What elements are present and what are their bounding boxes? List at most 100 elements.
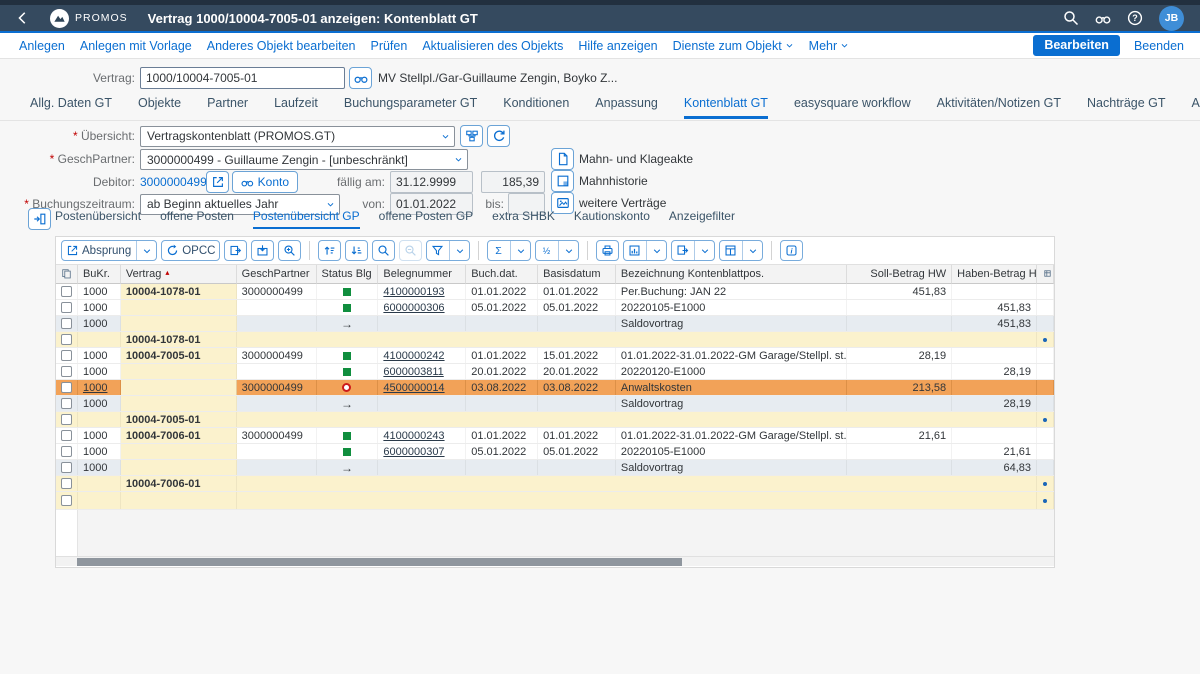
subtab-posten-bersicht-gp[interactable]: Postenübersicht GP	[253, 209, 360, 229]
column-header-vertrag[interactable]: Vertrag▴	[121, 265, 237, 284]
layout-button[interactable]	[719, 240, 763, 261]
column-header-bukr[interactable]: BuKr.	[78, 265, 121, 284]
menu-item-mehr[interactable]: Mehr	[809, 39, 849, 53]
column-header-sel[interactable]	[56, 265, 78, 284]
menu-item-pr-fen[interactable]: Prüfen	[370, 39, 407, 53]
subtotal-button[interactable]: ½	[535, 240, 579, 261]
jump-button[interactable]: Absprung	[61, 240, 157, 261]
row-checkbox[interactable]	[61, 286, 72, 297]
tab-aktivit-ten-notizen-gt[interactable]: Aktivitäten/Notizen GT	[937, 96, 1061, 119]
sort-desc-button[interactable]	[345, 240, 368, 261]
refresh-button[interactable]	[487, 125, 510, 147]
scrollbar-thumb[interactable]	[77, 558, 682, 566]
tab-kontenblatt-gt[interactable]: Kontenblatt GT	[684, 96, 768, 119]
subtab-offene-posten[interactable]: offene Posten	[160, 209, 234, 229]
hierarchy-button[interactable]	[460, 125, 483, 147]
beleg-link[interactable]: 4100000243	[383, 430, 444, 442]
debitor-jump-button[interactable]	[206, 171, 229, 193]
column-header-status[interactable]: Status Blg	[317, 265, 379, 284]
menu-item-aktualisieren-des-objekts[interactable]: Aktualisieren des Objekts	[422, 39, 563, 53]
side-action-label[interactable]: weitere Verträge	[579, 196, 666, 210]
tab-objekte[interactable]: Objekte	[138, 96, 181, 119]
beleg-link[interactable]: 6000000307	[383, 446, 444, 458]
filter-button[interactable]	[426, 240, 470, 261]
beleg-link[interactable]: 6000003811	[383, 366, 443, 378]
beenden-button[interactable]: Beenden	[1134, 39, 1184, 53]
tab-anpassung[interactable]: Anpassung	[595, 96, 658, 119]
mahnhistorie-button[interactable]	[551, 170, 574, 192]
sort-asc-button[interactable]	[318, 240, 341, 261]
row-checkbox[interactable]	[61, 302, 72, 313]
views-button[interactable]	[623, 240, 667, 261]
import-button[interactable]	[251, 240, 274, 261]
column-header-soll[interactable]: Soll-Betrag HW	[847, 265, 952, 284]
column-header-bez[interactable]: Bezeichnung Kontenblattpos.	[616, 265, 847, 284]
side-action-label[interactable]: Mahnhistorie	[579, 174, 648, 188]
tab-laufzeit[interactable]: Laufzeit	[274, 96, 318, 119]
print-button[interactable]	[596, 240, 619, 261]
row-checkbox[interactable]	[61, 350, 72, 361]
mahn-und-klageakte-button[interactable]	[551, 148, 574, 170]
row-checkbox[interactable]	[61, 478, 72, 489]
row-checkbox[interactable]	[61, 430, 72, 441]
column-header-basis[interactable]: Basisdatum	[538, 265, 616, 284]
help-icon[interactable]: ?	[1127, 10, 1143, 26]
tab-buchungsparameter-gt[interactable]: Buchungsparameter GT	[344, 96, 477, 119]
menu-item-anderes-objekt-bearbeiten[interactable]: Anderes Objekt bearbeiten	[207, 39, 356, 53]
info-button[interactable]: i	[780, 240, 803, 261]
export-button[interactable]	[671, 240, 715, 261]
find-button[interactable]	[372, 240, 395, 261]
tab-abweichende-bemessungen[interactable]: Abweichende Bemessungen	[1192, 96, 1200, 119]
subtab-anzeigefilter[interactable]: Anzeigefilter	[669, 209, 735, 229]
back-icon[interactable]	[16, 10, 36, 26]
beleg-link[interactable]: 4500000014	[383, 382, 444, 394]
column-header-beleg[interactable]: Belegnummer	[378, 265, 466, 284]
collapse-panel-button[interactable]	[28, 208, 51, 230]
menu-item-anlegen[interactable]: Anlegen	[19, 39, 65, 53]
subtab-extra-shbk[interactable]: extra SHBK	[492, 209, 555, 229]
row-checkbox[interactable]	[61, 398, 72, 409]
search-icon[interactable]	[1063, 10, 1079, 26]
beleg-link[interactable]: 6000000306	[383, 302, 444, 314]
subtab-kautionskonto[interactable]: Kautionskonto	[574, 209, 650, 229]
vertrag-search-button[interactable]	[349, 67, 372, 89]
tab-partner[interactable]: Partner	[207, 96, 248, 119]
find-next-button[interactable]	[399, 240, 422, 261]
column-header-end[interactable]	[1037, 265, 1054, 284]
column-header-gp[interactable]: GeschPartner	[237, 265, 317, 284]
row-checkbox[interactable]	[61, 495, 72, 506]
zoom-in-button[interactable]	[278, 240, 301, 261]
beleg-link[interactable]: 4100000193	[383, 286, 444, 298]
row-checkbox[interactable]	[61, 366, 72, 377]
vertrag-input[interactable]	[140, 67, 345, 89]
row-checkbox[interactable]	[61, 382, 72, 393]
tab-konditionen[interactable]: Konditionen	[503, 96, 569, 119]
menu-item-dienste-zum-objekt[interactable]: Dienste zum Objekt	[673, 39, 794, 53]
side-action-label[interactable]: Mahn- und Klageakte	[579, 152, 693, 166]
avatar[interactable]: JB	[1159, 6, 1184, 31]
faellig-input[interactable]	[390, 171, 473, 193]
menu-item-anlegen-mit-vorlage[interactable]: Anlegen mit Vorlage	[80, 39, 192, 53]
bearbeiten-button[interactable]: Bearbeiten	[1033, 35, 1120, 56]
menu-item-hilfe-anzeigen[interactable]: Hilfe anzeigen	[578, 39, 657, 53]
column-header-haben[interactable]: Haben-Betrag HW	[952, 265, 1037, 284]
debitor-link[interactable]: 3000000499	[140, 175, 207, 189]
row-checkbox[interactable]	[61, 462, 72, 473]
row-checkbox[interactable]	[61, 334, 72, 345]
beleg-link[interactable]: 4100000242	[383, 350, 444, 362]
subtab-posten-bersicht[interactable]: Postenübersicht	[55, 209, 141, 229]
row-checkbox[interactable]	[61, 414, 72, 425]
row-checkbox[interactable]	[61, 318, 72, 329]
subtab-offene-posten-gp[interactable]: offene Posten GP	[379, 209, 474, 229]
column-header-buchdat[interactable]: Buch.dat.	[466, 265, 538, 284]
row-checkbox[interactable]	[61, 446, 72, 457]
sum-button[interactable]: Σ	[487, 240, 531, 261]
horizontal-scrollbar[interactable]	[56, 556, 1054, 566]
uebersicht-select[interactable]: Vertragskontenblatt (PROMOS.GT)	[140, 126, 455, 147]
tab-allg-daten-gt[interactable]: Allg. Daten GT	[30, 96, 112, 119]
geschpartner-select[interactable]: 3000000499 - Guillaume Zengin - [unbesch…	[140, 149, 468, 170]
tab-nachtr-ge-gt[interactable]: Nachträge GT	[1087, 96, 1166, 119]
binoculars-icon[interactable]	[1095, 10, 1111, 26]
rotate-button[interactable]: OPCC	[161, 240, 220, 261]
share-button[interactable]	[224, 240, 247, 261]
